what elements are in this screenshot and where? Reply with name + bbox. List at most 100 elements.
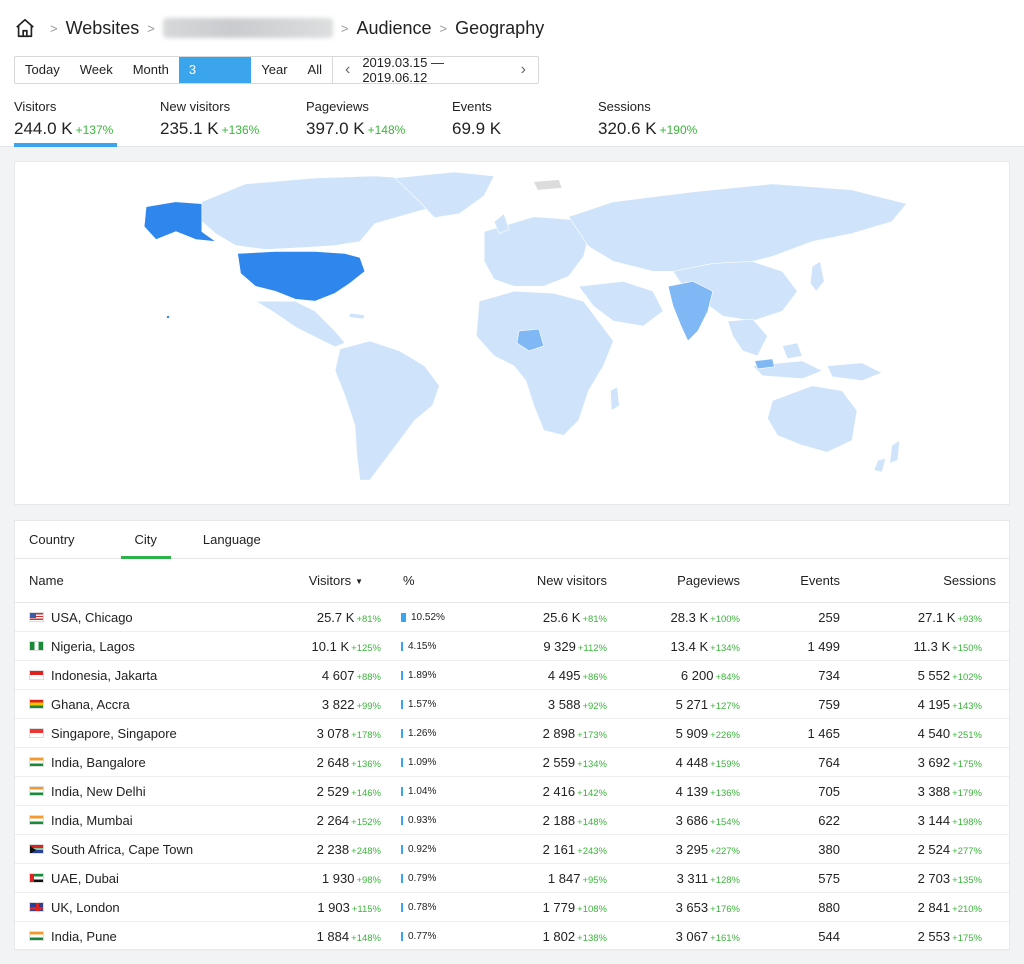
chevron-left-icon[interactable]: ‹ — [339, 61, 356, 79]
cell-percent: 10.52% — [385, 612, 485, 623]
pageviews-value: 5 909 — [675, 725, 709, 741]
sessions-value: 4 540 — [917, 725, 951, 741]
cell-name: India, Bangalore — [15, 755, 245, 770]
sessions-delta: +93% — [957, 613, 982, 625]
cell-name: UAE, Dubai — [15, 871, 245, 886]
metric-delta: +137% — [75, 123, 114, 137]
percent-bar — [401, 699, 403, 709]
col-visitors[interactable]: Visitors ▼ — [245, 573, 385, 588]
percent-bar — [401, 902, 403, 912]
period-all[interactable]: All — [298, 57, 332, 83]
metric-delta: +148% — [367, 123, 406, 137]
cell-pageviews: 3 653 +176% — [607, 900, 740, 915]
col-new-visitors[interactable]: New visitors — [485, 573, 607, 588]
cell-visitors: 2 264 +152% — [245, 813, 385, 828]
period-today[interactable]: Today — [15, 57, 70, 83]
sessions-delta: +135% — [952, 874, 982, 886]
chevron-right-icon[interactable]: › — [515, 61, 532, 79]
cell-sessions: 2 841 +210% — [840, 900, 996, 915]
pageviews-delta: +227% — [710, 845, 740, 857]
period-year[interactable]: Year — [251, 57, 297, 83]
metric-visitors[interactable]: Visitors 244.0 K +137% — [14, 99, 160, 147]
sessions-delta: +175% — [952, 932, 982, 944]
cell-percent: 1.26% — [385, 728, 485, 739]
breadcrumb-site-name[interactable] — [162, 18, 333, 38]
metric-new-visitors[interactable]: New visitors 235.1 K +136% — [160, 99, 306, 147]
col-pageviews[interactable]: Pageviews — [607, 573, 740, 588]
table-row[interactable]: India, Mumbai 2 264 +152% 0.93% 2 188 +148% 3 … — [15, 806, 1009, 835]
new-visitors-value: 3 588 — [547, 696, 581, 712]
cell-visitors: 1 903 +115% — [245, 900, 385, 915]
pageviews-delta: +134% — [710, 642, 740, 654]
col-events[interactable]: Events — [740, 573, 840, 588]
cell-pageviews: 4 448 +159% — [607, 755, 740, 770]
table-row[interactable]: Singapore, Singapore 3 078 +178% 1.26% 2 898… — [15, 719, 1009, 748]
cell-sessions: 4 540 +251% — [840, 726, 996, 741]
cell-percent: 0.77% — [385, 931, 485, 942]
cell-pageviews: 28.3 K +100% — [607, 610, 740, 625]
new-visitors-delta: +92% — [582, 700, 607, 712]
metric-sessions[interactable]: Sessions 320.6 K +190% — [598, 99, 744, 147]
pageviews-value: 3 653 — [675, 899, 709, 915]
cell-visitors: 3 078 +178% — [245, 726, 385, 741]
pageviews-value: 3 686 — [675, 812, 709, 828]
table-row[interactable]: India, Pune 1 884 +148% 0.77% 1 802 +138% 3 06… — [15, 922, 1009, 951]
cell-percent: 0.78% — [385, 902, 485, 913]
pageviews-delta: +159% — [710, 758, 740, 770]
new-visitors-delta: +108% — [577, 903, 607, 915]
breadcrumb-websites[interactable]: Websites — [66, 18, 140, 39]
period-3-months[interactable]: 3 months — [178, 57, 252, 103]
col-sessions[interactable]: Sessions — [840, 573, 996, 588]
new-visitors-value: 4 495 — [547, 667, 581, 683]
sessions-value: 2 841 — [917, 899, 951, 915]
col-name[interactable]: Name — [15, 573, 245, 588]
home-icon[interactable] — [14, 17, 36, 39]
cell-sessions: 2 524 +277% — [840, 842, 996, 857]
breadcrumb: > Websites > > Audience > Geography — [0, 0, 1024, 56]
metric-events[interactable]: Events 69.9 K — [452, 99, 598, 147]
table-row[interactable]: India, New Delhi 2 529 +146% 1.04% 2 416 +142… — [15, 777, 1009, 806]
table-row[interactable]: UAE, Dubai 1 930 +98% 0.79% 1 847 +95% 3 311 +1… — [15, 864, 1009, 893]
sessions-delta: +143% — [952, 700, 982, 712]
metric-pageviews[interactable]: Pageviews 397.0 K +148% — [306, 99, 452, 147]
date-range-text[interactable]: 2019.03.15 — 2019.06.12 — [356, 55, 514, 85]
table-row[interactable]: Nigeria, Lagos 10.1 K +125% 4.15% 9 329 +112%… — [15, 632, 1009, 661]
city-name: South Africa, Cape Town — [51, 841, 194, 857]
visitors-value: 2 529 — [316, 783, 350, 799]
percent-value: 1.26% — [408, 727, 437, 739]
cell-percent: 1.57% — [385, 699, 485, 710]
cell-new-visitors: 9 329 +112% — [485, 639, 607, 654]
table-row[interactable]: Indonesia, Jakarta 4 607 +88% 1.89% 4 495 +86… — [15, 661, 1009, 690]
table-row[interactable]: UK, London 1 903 +115% 0.78% 1 779 +108% 3 653… — [15, 893, 1009, 922]
tab-city[interactable]: City — [120, 521, 172, 559]
table-row[interactable]: India, Bangalore 2 648 +136% 1.09% 2 559 +134… — [15, 748, 1009, 777]
cell-name: South Africa, Cape Town — [15, 842, 245, 857]
percent-value: 4.15% — [408, 640, 437, 652]
visitors-delta: +136% — [351, 758, 381, 770]
cell-sessions: 5 552 +102% — [840, 668, 996, 683]
percent-value: 1.89% — [408, 669, 437, 681]
new-visitors-value: 1 779 — [542, 899, 576, 915]
percent-bar — [401, 612, 406, 622]
sessions-value: 11.3 K — [913, 638, 951, 654]
city-name: India, New Delhi — [51, 783, 146, 799]
cell-pageviews: 4 139 +136% — [607, 784, 740, 799]
tab-language[interactable]: Language — [203, 521, 261, 558]
world-map[interactable] — [15, 162, 1009, 504]
percent-bar — [401, 757, 403, 767]
period-month[interactable]: Month — [123, 57, 179, 83]
cell-sessions: 27.1 K +93% — [840, 610, 996, 625]
period-week[interactable]: Week — [70, 57, 123, 83]
tab-country[interactable]: Country — [29, 521, 75, 558]
city-name: UK, London — [51, 899, 120, 915]
table-row[interactable]: USA, Chicago 25.7 K +81% 10.52% 25.6 K +81% 28… — [15, 603, 1009, 632]
visitors-value: 25.7 K — [316, 609, 355, 625]
cell-events: 764 — [818, 754, 840, 770]
table-row[interactable]: Ghana, Accra 3 822 +99% 1.57% 3 588 +92% 5 271… — [15, 690, 1009, 719]
breadcrumb-audience[interactable]: Audience — [356, 18, 431, 39]
flag-in-icon — [29, 786, 44, 796]
metric-label: Events — [452, 99, 492, 114]
visitors-value: 1 930 — [321, 870, 355, 886]
table-row[interactable]: South Africa, Cape Town 2 238 +248% 0.92% 2 … — [15, 835, 1009, 864]
metric-delta: +136% — [221, 123, 260, 137]
